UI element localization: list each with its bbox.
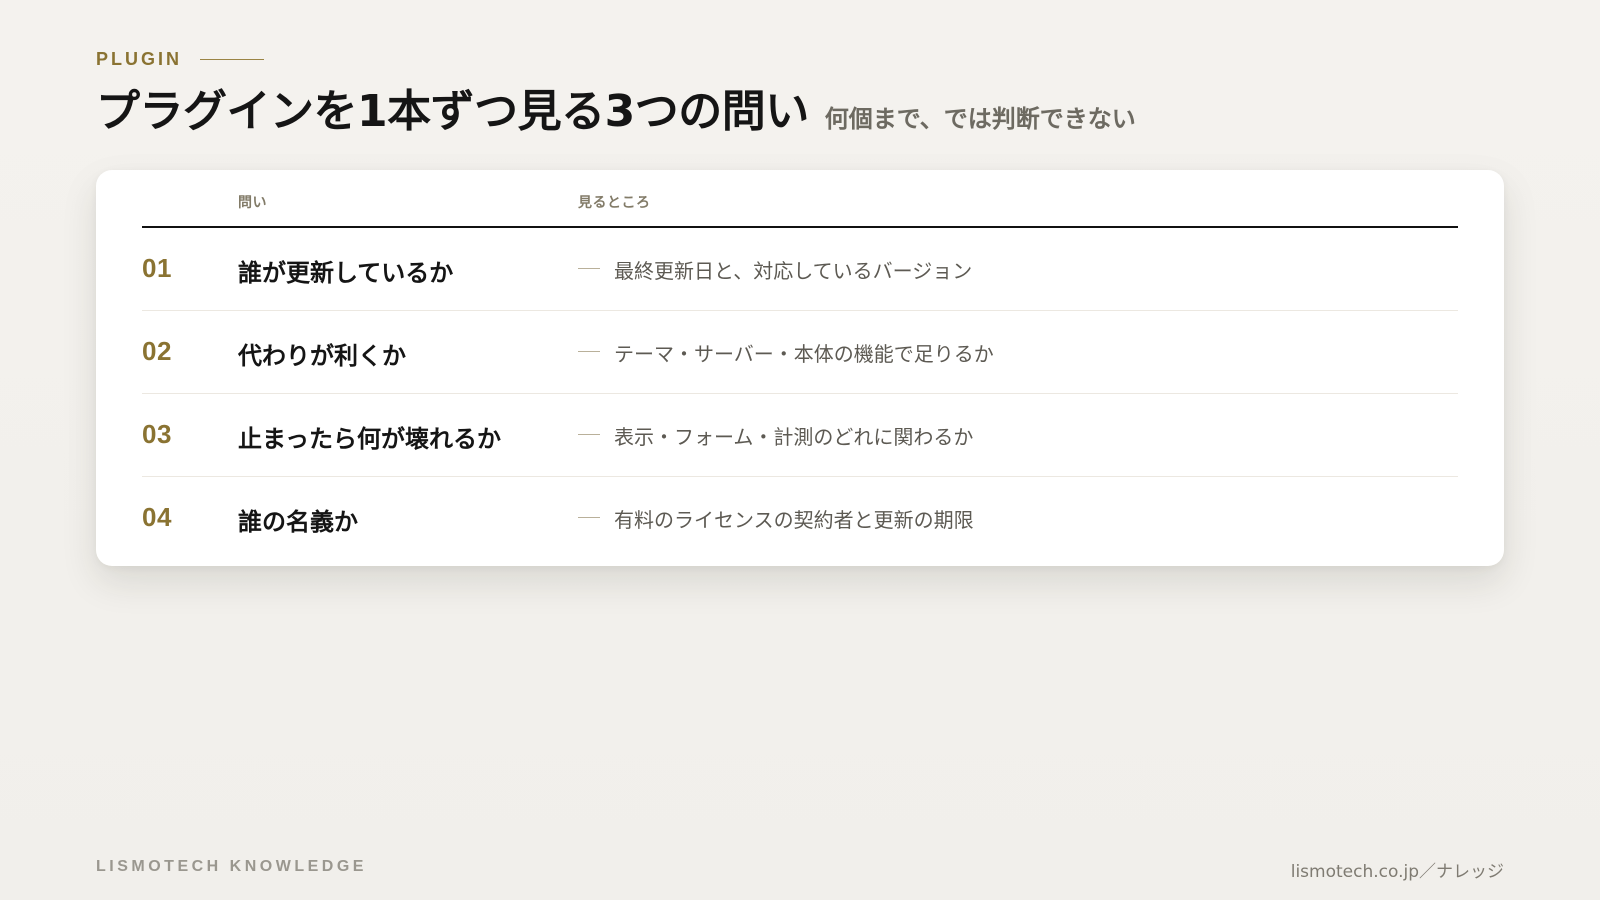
row-question: 誰が更新しているか — [238, 259, 454, 287]
row-answer: テーマ・サーバー・本体の機能で足りるか — [614, 342, 994, 366]
title-row: プラグインを1本ずつ見る3つの問い 何個まで、では判断できない — [96, 86, 1136, 138]
row-dash — [578, 434, 600, 435]
row-question: 止まったら何が壊れるか — [238, 425, 502, 453]
row-answer: 有料のライセンスの契約者と更新の期限 — [614, 508, 974, 532]
eyebrow-label: PLUGIN — [96, 49, 183, 69]
table-row: 04 誰の名義か 有料のライセンスの契約者と更新の期限 — [142, 477, 1458, 559]
footer-brand: LISMOTECH KNOWLEDGE — [96, 858, 367, 875]
table-row: 01 誰が更新しているか 最終更新日と、対応しているバージョン — [142, 228, 1458, 311]
questions-table: 問い 見るところ 01 誰が更新しているか 最終更新日と、対応しているバージョン… — [142, 192, 1458, 559]
row-number: 04 — [142, 502, 172, 532]
eyebrow-divider — [200, 59, 265, 60]
row-number: 01 — [142, 253, 172, 283]
row-answer: 最終更新日と、対応しているバージョン — [614, 259, 973, 283]
table-row: 03 止まったら何が壊れるか 表示・フォーム・計測のどれに関わるか — [142, 394, 1458, 477]
row-answer: 表示・フォーム・計測のどれに関わるか — [614, 425, 974, 449]
page-title: プラグインを1本ずつ見る3つの問い — [96, 86, 809, 137]
row-dash — [578, 351, 600, 352]
row-number: 03 — [142, 419, 172, 449]
row-dash — [578, 268, 600, 269]
row-question: 代わりが利くか — [238, 342, 406, 370]
questions-card: 問い 見るところ 01 誰が更新しているか 最終更新日と、対応しているバージョン… — [96, 170, 1504, 566]
row-dash — [578, 517, 600, 518]
section-eyebrow: PLUGIN — [96, 49, 265, 70]
footer-site-link[interactable]: lismotech.co.jp／ナレッジ — [1291, 857, 1504, 882]
column-header-question: 問い — [238, 195, 267, 211]
row-number: 02 — [142, 336, 172, 366]
column-header-where: 見るところ — [578, 195, 651, 211]
row-question: 誰の名義か — [238, 508, 358, 536]
table-row: 02 代わりが利くか テーマ・サーバー・本体の機能で足りるか — [142, 311, 1458, 394]
table-header: 問い 見るところ — [142, 192, 1458, 228]
page-subtitle: 何個まで、では判断できない — [824, 104, 1136, 133]
